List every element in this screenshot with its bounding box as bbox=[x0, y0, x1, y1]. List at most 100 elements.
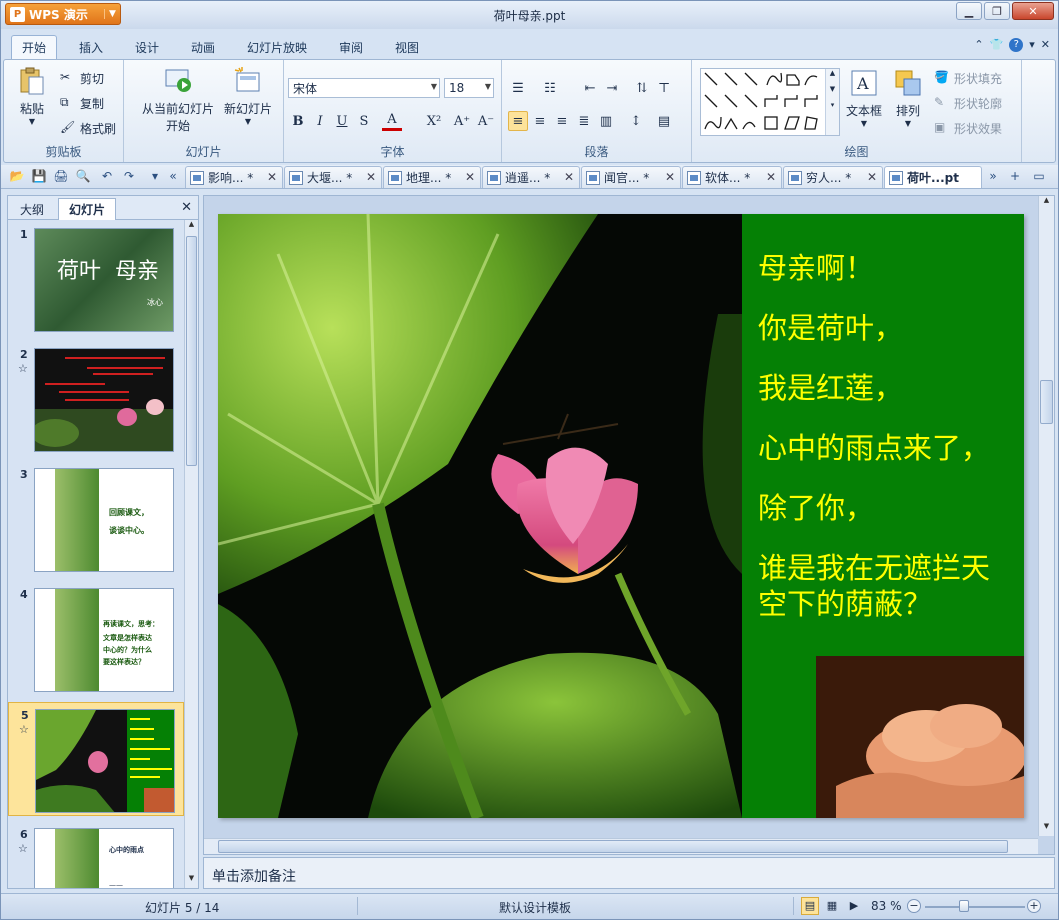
zoom-slider[interactable] bbox=[925, 906, 1025, 908]
scroll-down-icon[interactable]: ▼ bbox=[1039, 822, 1054, 836]
slide-thumb-1[interactable]: 1 荷叶 母亲 冰心 bbox=[8, 222, 184, 336]
textbox-button[interactable]: A 文本框 ▼ bbox=[842, 68, 886, 128]
print-preview-icon[interactable]: 🔍 bbox=[75, 169, 91, 185]
numbering-icon[interactable]: ☷ bbox=[540, 78, 560, 98]
font-size-select[interactable]: 18 ▼ bbox=[444, 78, 494, 98]
tab-slides[interactable]: 幻灯片 bbox=[58, 198, 117, 220]
tab-list-icon[interactable]: ▭ bbox=[1031, 169, 1047, 185]
scroll-tabs-left-icon[interactable]: « bbox=[165, 169, 181, 185]
justify-icon[interactable]: ≣ bbox=[574, 111, 594, 131]
zoom-in-icon[interactable]: + bbox=[1027, 899, 1041, 913]
close-panel-icon[interactable]: ✕ bbox=[181, 200, 192, 215]
distribute-icon[interactable]: ▥ bbox=[596, 111, 616, 131]
close-tab-icon[interactable]: ✕ bbox=[665, 170, 675, 184]
poem-line[interactable]: 母亲啊！ bbox=[758, 250, 874, 286]
columns-icon[interactable]: ▤ bbox=[654, 111, 674, 131]
poem-line[interactable]: 空下的荫蔽？ bbox=[758, 586, 932, 622]
tab-view[interactable]: 视图 bbox=[385, 35, 429, 59]
scroll-down-icon[interactable]: ▼ bbox=[185, 874, 198, 888]
help-icon[interactable]: ? bbox=[1009, 38, 1024, 52]
customize-icon[interactable]: ▾ bbox=[147, 169, 163, 185]
line-spacing-icon[interactable]: ↕ bbox=[626, 111, 646, 131]
bullets-icon[interactable]: ☰ bbox=[508, 78, 528, 98]
mini-close-icon[interactable]: ✕ bbox=[1041, 38, 1050, 52]
poem-line[interactable]: 你是荷叶， bbox=[758, 310, 903, 346]
tab-outline[interactable]: 大纲 bbox=[10, 198, 54, 220]
text-direction-icon[interactable]: ⇅ bbox=[632, 78, 652, 98]
arrange-button[interactable]: 排列 ▼ bbox=[888, 68, 928, 128]
close-tab-icon[interactable]: ✕ bbox=[267, 170, 277, 184]
doc-tab[interactable]: 大堰... * ✕ bbox=[284, 166, 382, 188]
undo-icon[interactable]: ↶ bbox=[99, 169, 115, 185]
collapse-ribbon-icon[interactable]: ⌃ bbox=[974, 38, 983, 52]
shrink-font-button[interactable]: A⁻ bbox=[476, 111, 496, 131]
slide-horizontal-scrollbar[interactable] bbox=[204, 838, 1038, 854]
doc-tab-active[interactable]: 荷叶...pt bbox=[884, 166, 982, 188]
normal-view-icon[interactable]: ▤ bbox=[801, 897, 819, 915]
zoom-slider-handle[interactable] bbox=[959, 900, 969, 912]
poem-line[interactable]: 谁是我在无遮拦天 bbox=[758, 550, 990, 586]
slide-list-scrollbar[interactable]: ▲ ▼ bbox=[184, 220, 198, 888]
scroll-tabs-right-icon[interactable]: » bbox=[985, 169, 1001, 185]
grow-font-button[interactable]: A⁺ bbox=[452, 111, 472, 131]
align-text-icon[interactable]: ⊤ bbox=[654, 78, 674, 98]
current-slide[interactable]: 母亲啊！ 你是荷叶， 我是红莲， 心中的雨点来了， 除了你， 谁是我在无遮拦天 … bbox=[218, 214, 1024, 818]
chevron-down-icon[interactable]: ▾ bbox=[1029, 38, 1035, 52]
shape-effect-button[interactable]: ▣ 形状效果 bbox=[934, 118, 1002, 138]
tab-home[interactable]: 开始 bbox=[11, 35, 58, 59]
tab-slideshow[interactable]: 幻灯片放映 bbox=[237, 35, 317, 59]
bold-button[interactable]: B bbox=[288, 111, 308, 131]
doc-tab[interactable]: 软体... * ✕ bbox=[682, 166, 782, 188]
poem-line[interactable]: 除了你， bbox=[758, 490, 874, 526]
close-tab-icon[interactable]: ✕ bbox=[465, 170, 475, 184]
paste-button[interactable]: 粘贴 ▼ bbox=[14, 66, 50, 126]
hands-photo[interactable] bbox=[816, 656, 1024, 818]
skin-icon[interactable]: 👕 bbox=[990, 38, 1004, 52]
superscript-button[interactable]: X² bbox=[424, 111, 444, 131]
redo-icon[interactable]: ↷ bbox=[121, 169, 137, 185]
font-color-button[interactable]: A bbox=[382, 111, 402, 131]
shape-gallery[interactable]: ▲ ▼ ▾ bbox=[700, 68, 840, 136]
increase-indent-icon[interactable]: ⇥ bbox=[602, 78, 622, 98]
slide-thumb-4[interactable]: 4 再读课文，思考： 文章是怎样表达 中心的？为什么 要这样表达？ bbox=[8, 582, 184, 696]
slide-thumb-2[interactable]: 2 ☆ bbox=[8, 342, 184, 456]
shadow-button[interactable]: S bbox=[354, 111, 374, 131]
align-left-icon[interactable]: ≡ bbox=[508, 111, 528, 131]
shape-fill-button[interactable]: 🪣 形状填充 bbox=[934, 68, 1002, 88]
cut-button[interactable]: ✂ 剪切 bbox=[60, 68, 104, 88]
doc-tab[interactable]: 地理... * ✕ bbox=[383, 166, 481, 188]
open-folder-icon[interactable]: 📂 bbox=[9, 169, 25, 185]
tab-animation[interactable]: 动画 bbox=[181, 35, 225, 59]
zoom-out-icon[interactable]: − bbox=[907, 899, 921, 913]
maximize-button[interactable]: ❐ bbox=[984, 2, 1010, 20]
close-button[interactable]: ✕ bbox=[1012, 2, 1054, 20]
close-tab-icon[interactable]: ✕ bbox=[564, 170, 574, 184]
scrollbar-thumb[interactable] bbox=[186, 236, 197, 466]
design-template[interactable]: 默认设计模板 bbox=[499, 899, 571, 916]
save-icon[interactable]: 💾 bbox=[31, 169, 47, 185]
align-right-icon[interactable]: ≡ bbox=[552, 111, 572, 131]
print-icon[interactable]: 🖨 bbox=[53, 169, 69, 185]
doc-tab[interactable]: 影响... * ✕ bbox=[185, 166, 283, 188]
slide-sorter-icon[interactable]: ▦ bbox=[823, 897, 841, 915]
notes-field[interactable]: 单击添加备注 bbox=[203, 857, 1055, 889]
new-tab-icon[interactable]: + bbox=[1007, 169, 1023, 185]
close-tab-icon[interactable]: ✕ bbox=[366, 170, 376, 184]
slide-thumb-5[interactable]: 5 ☆ bbox=[8, 702, 184, 816]
scrollbar-thumb[interactable] bbox=[218, 840, 1008, 853]
new-slide-button[interactable]: 新幻灯片 ▼ bbox=[222, 66, 274, 126]
doc-tab[interactable]: 逍遥... * ✕ bbox=[482, 166, 580, 188]
decrease-indent-icon[interactable]: ⇤ bbox=[580, 78, 600, 98]
slide-thumb-6[interactable]: 6 ☆ 心中的雨点 —— bbox=[8, 822, 184, 888]
close-tab-icon[interactable]: ✕ bbox=[766, 170, 776, 184]
scroll-up-icon[interactable]: ▲ bbox=[185, 220, 198, 234]
tab-insert[interactable]: 插入 bbox=[69, 35, 113, 59]
tab-review[interactable]: 审阅 bbox=[329, 35, 373, 59]
poem-line[interactable]: 我是红莲， bbox=[758, 370, 903, 406]
poem-line[interactable]: 心中的雨点来了， bbox=[758, 430, 990, 466]
slide-vertical-scrollbar[interactable]: ▲ ▼ bbox=[1038, 196, 1054, 836]
doc-tab[interactable]: 闻官... * ✕ bbox=[581, 166, 681, 188]
scroll-up-icon[interactable]: ▲ bbox=[1039, 196, 1054, 210]
font-name-select[interactable]: 宋体 ▼ bbox=[288, 78, 440, 98]
slideshow-view-icon[interactable]: ▶ bbox=[845, 897, 863, 915]
